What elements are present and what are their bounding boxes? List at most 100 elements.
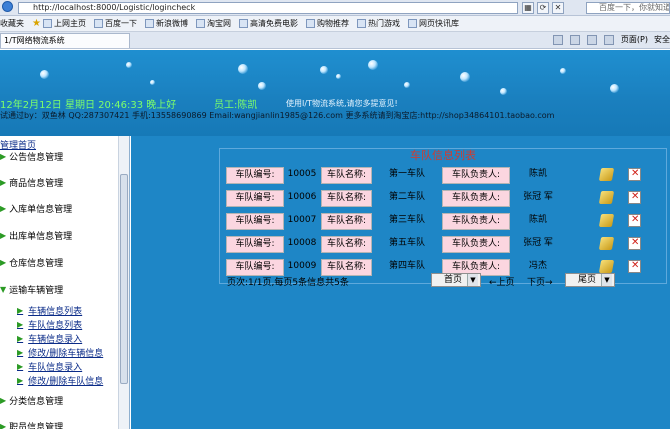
command-bar: 页面(P) 安全: [552, 34, 670, 45]
last-page-select[interactable]: 尾页 ▼: [565, 273, 615, 287]
fav-games-label: 热门游戏: [367, 19, 400, 28]
sidebar-sub-vehicle-add[interactable]: ▶ 车辆信息录入: [17, 332, 82, 345]
arrow-right-icon: ▶: [17, 334, 24, 343]
team-name-value: 第三车队: [388, 215, 425, 225]
team-name-label: 车队名称:: [321, 213, 372, 230]
sidebar-menu-warehouse[interactable]: ▶ 仓库信息管理: [0, 256, 63, 269]
prev-page-link[interactable]: ←上页: [489, 275, 515, 288]
scrollbar-thumb[interactable]: [120, 174, 128, 384]
sidebar-menu-staff[interactable]: ▶ 职员信息管理: [0, 420, 63, 429]
chevron-down-icon: ▼: [467, 274, 478, 286]
page-menu[interactable]: 页面(P): [621, 34, 648, 45]
fav-taobao[interactable]: 淘宝网: [195, 18, 231, 29]
first-page-select[interactable]: 首页 ▼: [431, 273, 481, 287]
tab-title: 1/T网络物流系统: [4, 36, 65, 45]
page-icon: [305, 19, 315, 28]
next-page-link[interactable]: 下页→: [527, 275, 553, 288]
address-buttons: ▦ ⟳ ✕: [522, 2, 564, 14]
sidebar-sub-label: 车队信息列表: [28, 321, 83, 331]
sidebar-menu-label: 公告信息管理: [9, 153, 64, 163]
team-name-label: 车队名称:: [321, 190, 372, 207]
fav-shopping[interactable]: 购物推荐: [305, 18, 349, 29]
browser-logo-icon: [2, 1, 13, 12]
safety-menu[interactable]: 安全: [654, 34, 670, 45]
chevron-down-icon: ▼: [601, 274, 612, 286]
team-name-value: 第一车队: [388, 169, 425, 179]
sidebar-menu-label: 商品信息管理: [9, 179, 64, 189]
star-icon: ★: [32, 18, 41, 29]
page-icon: [238, 19, 248, 28]
arrow-right-icon: ▶: [0, 204, 7, 213]
stop-icon[interactable]: ✕: [552, 2, 564, 14]
sidebar-menu-label: 运输车辆管理: [9, 286, 64, 296]
tab-current[interactable]: 1/T网络物流系统: [0, 33, 130, 48]
last-page-label: 尾页: [578, 275, 597, 285]
fav-home[interactable]: ★ 上网主页: [32, 18, 86, 29]
arrow-right-icon: ▶: [0, 258, 7, 267]
sidebar-sub-team-edit[interactable]: ▶ 修改/删除车队信息: [17, 374, 103, 387]
delete-icon[interactable]: [628, 214, 641, 227]
delete-icon[interactable]: [628, 237, 641, 250]
delete-icon[interactable]: [628, 168, 641, 181]
edit-icon[interactable]: [598, 260, 615, 273]
fav-webslice[interactable]: 网页快讯库: [407, 18, 459, 29]
home-button[interactable]: [552, 34, 564, 45]
sidebar-sub-team-add[interactable]: ▶ 车队信息录入: [17, 360, 82, 373]
delete-icon[interactable]: [628, 260, 641, 273]
team-id-label: 车队编号:: [226, 190, 284, 207]
tab-bar: 1/T网络物流系统 页面(P) 安全: [0, 32, 670, 49]
sidebar-menu-label: 分类信息管理: [9, 397, 64, 407]
fav-movie[interactable]: 高清免费电影: [238, 18, 298, 29]
sidebar-menu-goods[interactable]: ▶ 商品信息管理: [0, 176, 63, 189]
bubble-decoration: [500, 88, 507, 95]
sidebar-menu-inbound[interactable]: ▶ 入库单信息管理: [0, 202, 72, 215]
team-id-label: 车队编号:: [226, 213, 284, 230]
team-leader-value: 陈凯: [528, 169, 547, 179]
page-icon: [195, 19, 205, 28]
bubble-decoration: [368, 60, 378, 70]
bubble-decoration: [336, 74, 341, 79]
url-input[interactable]: http://localhost:8000/Logistic/loginchec…: [18, 2, 518, 14]
sidebar-sub-vehicle-list[interactable]: ▶ 车辆信息列表: [17, 304, 82, 317]
mail-button[interactable]: [586, 34, 598, 45]
arrow-right-icon: ▶: [0, 231, 7, 240]
header-slogan: 使用I/T物流系统,请您多提意见!: [286, 99, 398, 108]
edit-icon[interactable]: [598, 214, 615, 227]
sidebar: 管理首页 ▶ 公告信息管理 ▶ 商品信息管理 ▶ 入库单信息管理 ▶ 出库单信息…: [0, 136, 130, 429]
table-row: 车队编号: 10007 车队名称: 第三车队 车队负责人: 陈凯: [226, 211, 662, 231]
fav-shopping-label: 购物推荐: [316, 19, 349, 28]
team-leader-value: 陈凯: [528, 215, 547, 225]
sidebar-scrollbar[interactable]: [118, 136, 129, 429]
search-input[interactable]: 百度一下，你就知道: [586, 2, 670, 14]
address-bar: http://localhost:8000/Logistic/loginchec…: [0, 0, 670, 16]
table-row: 车队编号: 10006 车队名称: 第二车队 车队负责人: 张冠 军: [226, 188, 662, 208]
header-contact: 试通过by：双鱼林 QQ:287307421 手机:13558690869 Em…: [0, 111, 555, 120]
fav-games[interactable]: 热门游戏: [356, 18, 400, 29]
sidebar-menu-vehicles[interactable]: ▼ 运输车辆管理: [0, 283, 63, 296]
fav-baidu[interactable]: 百度一下: [93, 18, 137, 29]
sidebar-menu-category[interactable]: ▶ 分类信息管理: [0, 394, 63, 407]
feeds-button[interactable]: [569, 34, 581, 45]
sidebar-sub-vehicle-edit[interactable]: ▶ 修改/删除车辆信息: [17, 346, 103, 359]
favorites-button[interactable]: 收藏夹: [0, 18, 24, 29]
arrow-right-icon: ▶: [17, 376, 24, 385]
fav-weibo-label: 新浪微博: [155, 19, 188, 28]
sidebar-sub-team-list[interactable]: ▶ 车队信息列表: [17, 318, 82, 331]
edit-icon[interactable]: [598, 237, 615, 250]
fav-weibo[interactable]: 新浪微博: [144, 18, 188, 29]
print-button[interactable]: [603, 34, 615, 45]
compat-view-icon[interactable]: ▦: [522, 2, 534, 14]
delete-icon[interactable]: [628, 191, 641, 204]
table-row: 车队编号: 10005 车队名称: 第一车队 车队负责人: 陈凯: [226, 165, 662, 185]
team-id-value: 10007: [287, 215, 317, 225]
page-icon: [356, 19, 366, 28]
sidebar-sub-label: 车辆信息列表: [28, 307, 83, 317]
sidebar-menu-notice[interactable]: ▶ 公告信息管理: [0, 150, 63, 163]
bubble-decoration: [320, 66, 328, 74]
edit-icon[interactable]: [598, 191, 615, 204]
edit-icon[interactable]: [598, 168, 615, 181]
fav-baidu-label: 百度一下: [104, 19, 137, 28]
refresh-icon[interactable]: ⟳: [537, 2, 549, 14]
sidebar-menu-outbound[interactable]: ▶ 出库单信息管理: [0, 229, 72, 242]
arrow-right-icon: ▶: [0, 152, 7, 161]
